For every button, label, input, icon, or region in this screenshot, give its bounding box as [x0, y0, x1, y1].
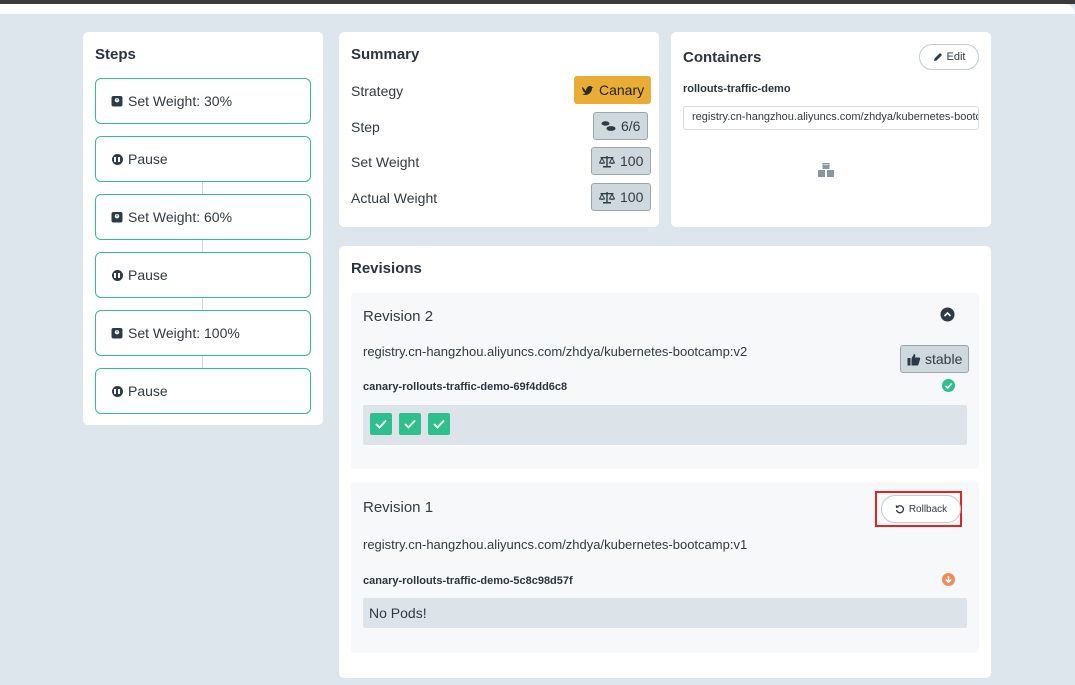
undo-icon — [895, 504, 904, 514]
steps-title: Steps — [95, 46, 136, 63]
balance-scale-icon — [599, 155, 615, 167]
pod-healthy-icon[interactable] — [370, 413, 392, 435]
edit-label: Edit — [946, 51, 966, 63]
rollback-button[interactable]: Rollback — [881, 495, 961, 523]
canary-bird-icon — [582, 85, 594, 95]
healthy-check-icon — [942, 379, 955, 392]
step-label: Pause — [128, 383, 168, 399]
edit-containers-button[interactable]: Edit — [919, 44, 979, 70]
revisions-panel: Revisions Revision 2 registry.cn-hangzho… — [339, 246, 991, 678]
step-label: Pause — [128, 267, 168, 283]
pods-container: No Pods! — [363, 598, 967, 628]
weight-icon — [111, 95, 123, 107]
step-set-weight-30[interactable]: Set Weight: 30% — [95, 78, 311, 124]
pause-icon — [111, 153, 123, 165]
weight-icon — [111, 211, 123, 223]
replicaset-name: canary-rollouts-traffic-demo-69f4dd6c8 — [363, 381, 568, 393]
set-weight-label: Set Weight — [351, 154, 420, 170]
no-pods-message: No Pods! — [369, 605, 427, 621]
collapse-chevron-up-icon[interactable] — [940, 307, 955, 322]
revision-title: Revision 1 — [363, 499, 434, 516]
actual-weight-label: Actual Weight — [351, 190, 438, 206]
summary-panel: Summary Strategy Canary Step 6/6 Set Wei… — [339, 32, 659, 227]
step-set-weight-60[interactable]: Set Weight: 60% — [95, 194, 311, 240]
pod-healthy-icon[interactable] — [399, 413, 421, 435]
revisions-title: Revisions — [351, 260, 422, 277]
pause-icon — [111, 269, 123, 281]
thumbs-up-icon — [907, 353, 921, 365]
step-badge: 6/6 — [593, 112, 649, 140]
step-pause-1[interactable]: Pause — [95, 136, 311, 182]
strategy-value: Canary — [599, 82, 645, 98]
pause-icon — [111, 385, 123, 397]
stable-badge: stable — [900, 345, 970, 373]
steps-panel: Steps Set Weight: 30% Pause Set Weight: … — [83, 32, 323, 425]
step-label: Set Weight: 100% — [128, 325, 240, 341]
revision-card: Revision 1 Rollback registry.cn-hangzhou… — [351, 482, 979, 653]
actual-weight-badge: 100 — [591, 183, 652, 211]
step-value: 6/6 — [621, 118, 641, 134]
containers-panel: Containers Edit rollouts-traffic-demo re… — [671, 32, 991, 227]
revision-image: registry.cn-hangzhou.aliyuncs.com/zhdya/… — [363, 537, 748, 552]
strategy-label: Strategy — [351, 83, 404, 99]
pencil-icon — [933, 53, 942, 61]
step-pause-2[interactable]: Pause — [95, 252, 311, 298]
pod-healthy-icon[interactable] — [428, 413, 450, 435]
step-set-weight-100[interactable]: Set Weight: 100% — [95, 310, 311, 356]
summary-title: Summary — [351, 46, 420, 63]
revision-card: Revision 2 registry.cn-hangzhou.aliyuncs… — [351, 293, 979, 469]
replicaset-name: canary-rollouts-traffic-demo-5c8c98d57f — [363, 575, 573, 587]
strategy-badge: Canary — [574, 76, 652, 104]
step-label: Pause — [128, 151, 168, 167]
window-top-strip — [0, 4, 1075, 14]
step-pause-3[interactable]: Pause — [95, 368, 311, 414]
container-name: rollouts-traffic-demo — [683, 83, 791, 95]
step-label: Set Weight: 60% — [128, 209, 233, 225]
scaled-down-arrow-icon — [942, 573, 955, 586]
shoe-prints-icon — [601, 121, 616, 131]
revision-image: registry.cn-hangzhou.aliyuncs.com/zhdya/… — [363, 344, 748, 359]
cubes-icon — [818, 163, 834, 177]
pods-container — [363, 405, 967, 445]
revision-title: Revision 2 — [363, 308, 434, 325]
actual-weight-value: 100 — [620, 189, 644, 205]
set-weight-value: 100 — [620, 153, 644, 169]
stable-label: stable — [925, 351, 963, 367]
container-image-field[interactable]: registry.cn-hangzhou.aliyuncs.com/zhdya/… — [683, 106, 979, 130]
step-label: Set Weight: 30% — [128, 93, 233, 109]
weight-icon — [111, 327, 123, 339]
containers-title: Containers — [683, 49, 762, 66]
set-weight-badge: 100 — [591, 147, 652, 175]
balance-scale-icon — [599, 191, 615, 203]
rollback-label: Rollback — [908, 503, 948, 515]
step-label: Step — [351, 119, 380, 135]
